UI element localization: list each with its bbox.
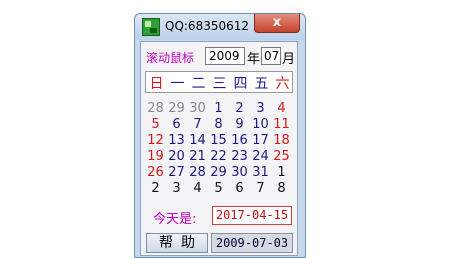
day-cell[interactable]: 9 [229, 117, 250, 132]
calendar-window: QQ:68350612 x 滚动鼠标 2009 年 07 月 日 一 二 三 四… [134, 13, 306, 258]
day-cell[interactable]: 30 [187, 101, 208, 116]
weekday-thu: 四 [233, 76, 248, 92]
day-cell[interactable]: 8 [271, 181, 292, 196]
day-cell[interactable]: 18 [271, 133, 292, 148]
today-row: 今天是: 2017-04-15 [141, 205, 297, 229]
day-cell[interactable]: 21 [187, 149, 208, 164]
day-cell[interactable]: 5 [208, 181, 229, 196]
day-cell[interactable]: 2 [229, 101, 250, 116]
day-cell[interactable]: 20 [166, 149, 187, 164]
day-cell[interactable]: 28 [187, 165, 208, 180]
title-bar[interactable]: QQ:68350612 x [135, 14, 305, 40]
day-cell[interactable]: 30 [229, 165, 250, 180]
day-cell[interactable]: 6 [229, 181, 250, 196]
day-cell[interactable]: 28 [145, 101, 166, 116]
day-cell[interactable]: 1 [271, 165, 292, 180]
year-field[interactable]: 2009 [205, 47, 245, 65]
day-cell[interactable]: 17 [250, 133, 271, 148]
day-cell[interactable]: 10 [250, 117, 271, 132]
year-unit-label: 年 [247, 52, 261, 67]
weekday-header: 日 一 二 三 四 五 六 [145, 71, 293, 93]
day-cell[interactable]: 14 [187, 133, 208, 148]
day-cell[interactable]: 7 [187, 117, 208, 132]
close-button[interactable]: x [254, 14, 300, 33]
day-cell[interactable]: 27 [166, 165, 187, 180]
day-cell[interactable]: 4 [271, 101, 292, 116]
day-cell[interactable]: 3 [250, 101, 271, 116]
day-cell[interactable]: 29 [208, 165, 229, 180]
day-cell[interactable]: 6 [166, 117, 187, 132]
help-button[interactable]: 帮助 [146, 233, 208, 253]
day-cell[interactable]: 12 [145, 133, 166, 148]
day-cell[interactable]: 15 [208, 133, 229, 148]
day-cell[interactable]: 19 [145, 149, 166, 164]
weekday-sat: 六 [275, 76, 290, 92]
day-cell[interactable]: 8 [208, 117, 229, 132]
day-cell[interactable]: 13 [166, 133, 187, 148]
selected-date: 2009-07-03 [211, 233, 293, 253]
day-cell[interactable]: 31 [250, 165, 271, 180]
weekday-fri: 五 [254, 76, 269, 92]
scroll-hint-label: 滚动鼠标 [146, 51, 195, 65]
day-cell[interactable]: 1 [208, 101, 229, 116]
day-cell[interactable]: 2 [145, 181, 166, 196]
month-field[interactable]: 07 [261, 47, 281, 65]
day-cell[interactable]: 25 [271, 149, 292, 164]
day-cell[interactable]: 24 [250, 149, 271, 164]
day-cell[interactable]: 26 [145, 165, 166, 180]
weekday-sun: 日 [149, 76, 164, 92]
day-cell[interactable]: 16 [229, 133, 250, 148]
day-cell[interactable]: 3 [166, 181, 187, 196]
weekday-tue: 二 [191, 76, 206, 92]
client-area: 滚动鼠标 2009 年 07 月 日 一 二 三 四 五 六 28 29 30 1 2 3… [140, 41, 298, 256]
day-cell[interactable]: 23 [229, 149, 250, 164]
window-title: QQ:68350612 [165, 19, 250, 33]
footer-row: 帮助 2009-07-03 [141, 232, 297, 256]
month-unit-label: 月 [282, 52, 296, 67]
day-cell[interactable]: 29 [166, 101, 187, 116]
weekday-mon: 一 [170, 76, 185, 92]
app-icon [142, 18, 160, 36]
day-cell[interactable]: 7 [250, 181, 271, 196]
day-cell[interactable]: 4 [187, 181, 208, 196]
weekday-wed: 三 [212, 76, 227, 92]
day-cell[interactable]: 11 [271, 117, 292, 132]
today-label: 今天是: [153, 212, 197, 227]
day-cell[interactable]: 5 [145, 117, 166, 132]
day-cell[interactable]: 22 [208, 149, 229, 164]
today-value[interactable]: 2017-04-15 [212, 206, 292, 225]
